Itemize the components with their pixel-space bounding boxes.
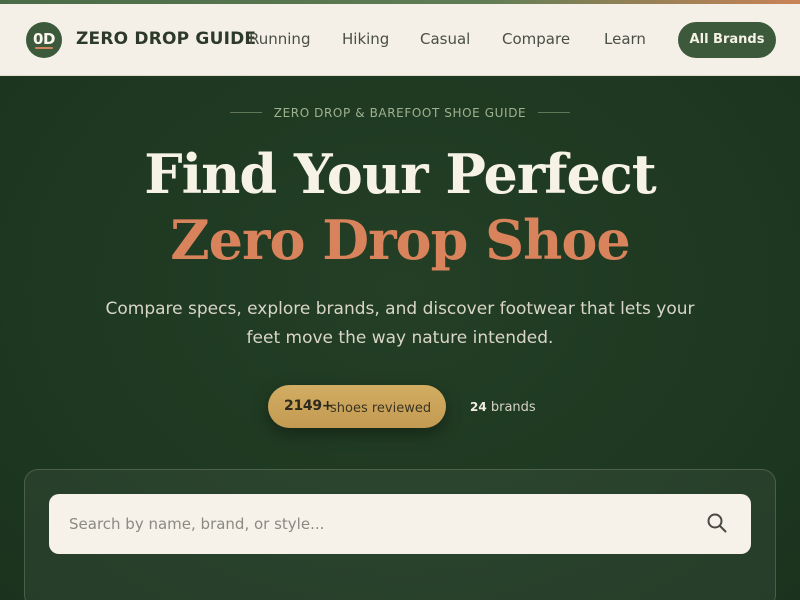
all-brands-button[interactable]: All Brands — [678, 22, 776, 58]
brand-name[interactable]: ZERO DROP GUIDE — [76, 29, 256, 49]
eyebrow-divider-right — [538, 112, 570, 113]
logo-underline — [35, 47, 53, 49]
nav-link-compare[interactable]: Compare — [502, 30, 570, 48]
navbar: 0D ZERO DROP GUIDE Running Hiking Casual… — [0, 4, 800, 76]
search-icon[interactable] — [706, 512, 728, 534]
logo-text: 0D — [33, 30, 55, 48]
shoes-reviewed-stat: 2149+ shoes reviewed — [268, 385, 446, 428]
brands-stat: 24 brands — [470, 400, 536, 415]
nav-link-running[interactable]: Running — [249, 30, 310, 48]
hero-headline-line2: Zero Drop Shoe — [170, 208, 631, 272]
hero-eyebrow: ZERO DROP & BAREFOOT SHOE GUIDE — [273, 106, 527, 120]
logo-badge[interactable]: 0D — [26, 22, 62, 58]
brands-label: brands — [490, 400, 536, 415]
nav-link-casual[interactable]: Casual — [420, 30, 470, 48]
hero-headline-line1: Find Your Perfect — [144, 142, 656, 206]
nav-link-learn[interactable]: Learn — [604, 30, 646, 48]
brands-count: 24 — [470, 400, 487, 414]
search-box — [49, 494, 751, 554]
search-input[interactable] — [69, 508, 669, 540]
nav-link-hiking[interactable]: Hiking — [342, 30, 389, 48]
shoes-label: shoes reviewed — [330, 401, 432, 416]
hero-subtitle: Compare specs, explore brands, and disco… — [105, 299, 695, 348]
shoes-count: 2149+ — [284, 398, 334, 414]
